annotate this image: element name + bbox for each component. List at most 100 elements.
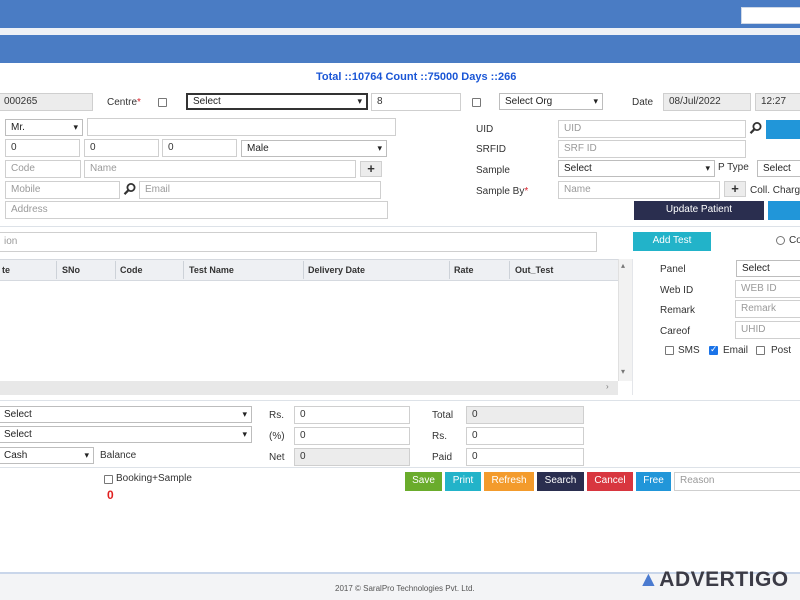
uid-action-button[interactable] — [766, 120, 800, 139]
date-label: Date — [632, 97, 654, 108]
net-label: Net — [269, 452, 285, 463]
discount-select[interactable]: Select ▾ — [0, 406, 252, 423]
sample-by-label: Sample By* — [476, 186, 529, 197]
column-divider — [303, 261, 304, 279]
logo-icon: ▲ — [638, 568, 660, 591]
payment-mode-select[interactable]: Cash ▾ — [0, 447, 94, 464]
gender-select[interactable]: Male ▾ — [241, 140, 387, 157]
totals-summary: Total ::10764 Count ::75000 Days ::266 — [316, 71, 517, 83]
panel-select[interactable]: Select — [736, 260, 800, 277]
refresh-button[interactable]: Refresh — [484, 472, 534, 491]
address-field[interactable]: Address — [5, 201, 388, 219]
uid-field[interactable]: UID — [558, 120, 746, 138]
top-bar — [0, 0, 800, 28]
column-header-out-test: Out_Test — [515, 265, 554, 275]
divider — [0, 400, 800, 401]
sample-label: Sample — [476, 165, 510, 176]
sample-select[interactable]: Select ▾ — [558, 160, 715, 177]
centre-label: Centre* — [107, 97, 141, 108]
print-button[interactable]: Print — [445, 472, 481, 491]
scroll-up-icon[interactable]: ▴ — [621, 261, 625, 270]
webid-label: Web ID — [660, 285, 694, 296]
centre-select[interactable]: Select ▾ — [186, 93, 368, 110]
save-button[interactable]: Save — [405, 472, 442, 491]
ptype-label: P Type — [718, 162, 749, 173]
srfid-label: SRFID — [476, 144, 506, 155]
sms-label: SMS — [678, 345, 700, 356]
centre-number-field[interactable]: 8 — [371, 93, 461, 111]
chevron-down-icon: ▾ — [84, 450, 89, 460]
chevron-down-icon: ▾ — [705, 163, 710, 173]
search-mobile-icon[interactable] — [123, 182, 137, 196]
date-field[interactable]: 08/Jul/2022 — [663, 93, 751, 111]
time-field[interactable]: 12:27 — [755, 93, 800, 111]
chevron-down-icon: ▾ — [377, 143, 382, 153]
column-divider — [449, 261, 450, 279]
search-uid-icon[interactable] — [749, 121, 763, 135]
rs2-label: Rs. — [432, 431, 447, 442]
discount-percent-field[interactable]: 0 — [294, 427, 410, 445]
chevron-down-icon: ▾ — [242, 409, 247, 419]
vertical-scrollbar[interactable] — [618, 259, 632, 381]
ptype-select[interactable]: Select — [757, 160, 800, 177]
search-button[interactable]: Search — [537, 472, 584, 491]
centre-checkbox[interactable] — [158, 98, 167, 107]
remark-field[interactable]: Remark — [735, 300, 800, 318]
reason-field[interactable]: Reason — [674, 472, 800, 491]
doctor-name-field[interactable]: Name — [84, 160, 356, 178]
discount-rs-field[interactable]: 0 — [294, 406, 410, 424]
email-checkbox[interactable] — [709, 344, 718, 355]
column-header: te — [2, 265, 11, 275]
free-button[interactable]: Free — [636, 472, 671, 491]
age-days-field[interactable]: 0 — [162, 139, 237, 157]
email-field[interactable]: Email — [139, 181, 381, 199]
post-checkbox[interactable] — [756, 346, 765, 355]
test-search-field[interactable]: ion — [0, 232, 597, 252]
code-field[interactable]: Code — [5, 160, 81, 178]
add-doctor-button[interactable]: + — [360, 161, 382, 177]
mobile-field[interactable]: Mobile — [5, 181, 120, 199]
booking-sample-checkbox[interactable] — [104, 475, 113, 484]
org-checkbox[interactable] — [472, 98, 481, 107]
total-label: Total — [432, 410, 454, 421]
age-months-field[interactable]: 0 — [84, 139, 159, 157]
add-test-button[interactable]: Add Test — [633, 232, 711, 251]
watermark-logo: ▲ADVERTIGO — [638, 568, 789, 591]
secondary-action-button[interactable] — [768, 201, 800, 220]
careof-field[interactable]: UHID — [735, 321, 800, 339]
chevron-down-icon: ▾ — [242, 429, 247, 439]
column-header-sno: SNo — [62, 265, 80, 275]
scroll-right-icon[interactable]: › — [606, 382, 609, 391]
remark-label: Remark — [660, 305, 696, 316]
referral-select[interactable]: Select ▾ — [0, 426, 252, 443]
booking-count: 0 — [107, 488, 114, 502]
cancel-button[interactable]: Cancel — [587, 472, 633, 491]
option-radio[interactable] — [776, 236, 785, 245]
total-field: 0 — [466, 406, 584, 424]
update-patient-button[interactable]: Update Patient — [634, 201, 764, 220]
top-search-input[interactable] — [741, 7, 800, 24]
chevron-down-icon: ▾ — [357, 96, 362, 106]
percent-label: (%) — [269, 431, 285, 442]
column-divider — [115, 261, 116, 279]
email-label: Email — [723, 345, 749, 356]
option-radio-label: Co — [789, 235, 800, 246]
patient-name-field[interactable] — [87, 118, 396, 136]
age-years-field[interactable]: 0 — [5, 139, 80, 157]
sms-checkbox[interactable] — [665, 346, 674, 355]
coll-charge-label: Coll. Charge — [750, 185, 800, 196]
post-label: Post — [771, 345, 792, 356]
column-header-test-name: Test Name — [189, 265, 234, 275]
add-sample-by-button[interactable]: + — [724, 181, 746, 197]
scroll-down-icon[interactable]: ▾ — [621, 367, 625, 376]
sample-by-field[interactable]: Name — [558, 181, 720, 199]
copyright-text: 2017 © SaralPro Technologies Pvt. Ltd. — [335, 584, 475, 593]
amount-rs-field[interactable]: 0 — [466, 427, 584, 445]
org-select[interactable]: Select Org ▾ — [499, 93, 603, 110]
paid-field[interactable]: 0 — [466, 448, 584, 466]
webid-field[interactable]: WEB ID — [735, 280, 800, 298]
srfid-field[interactable]: SRF ID — [558, 140, 746, 158]
horizontal-scrollbar[interactable] — [0, 381, 618, 395]
registration-id-field[interactable]: 000265 — [0, 93, 93, 111]
title-select[interactable]: Mr. ▾ — [5, 119, 83, 136]
